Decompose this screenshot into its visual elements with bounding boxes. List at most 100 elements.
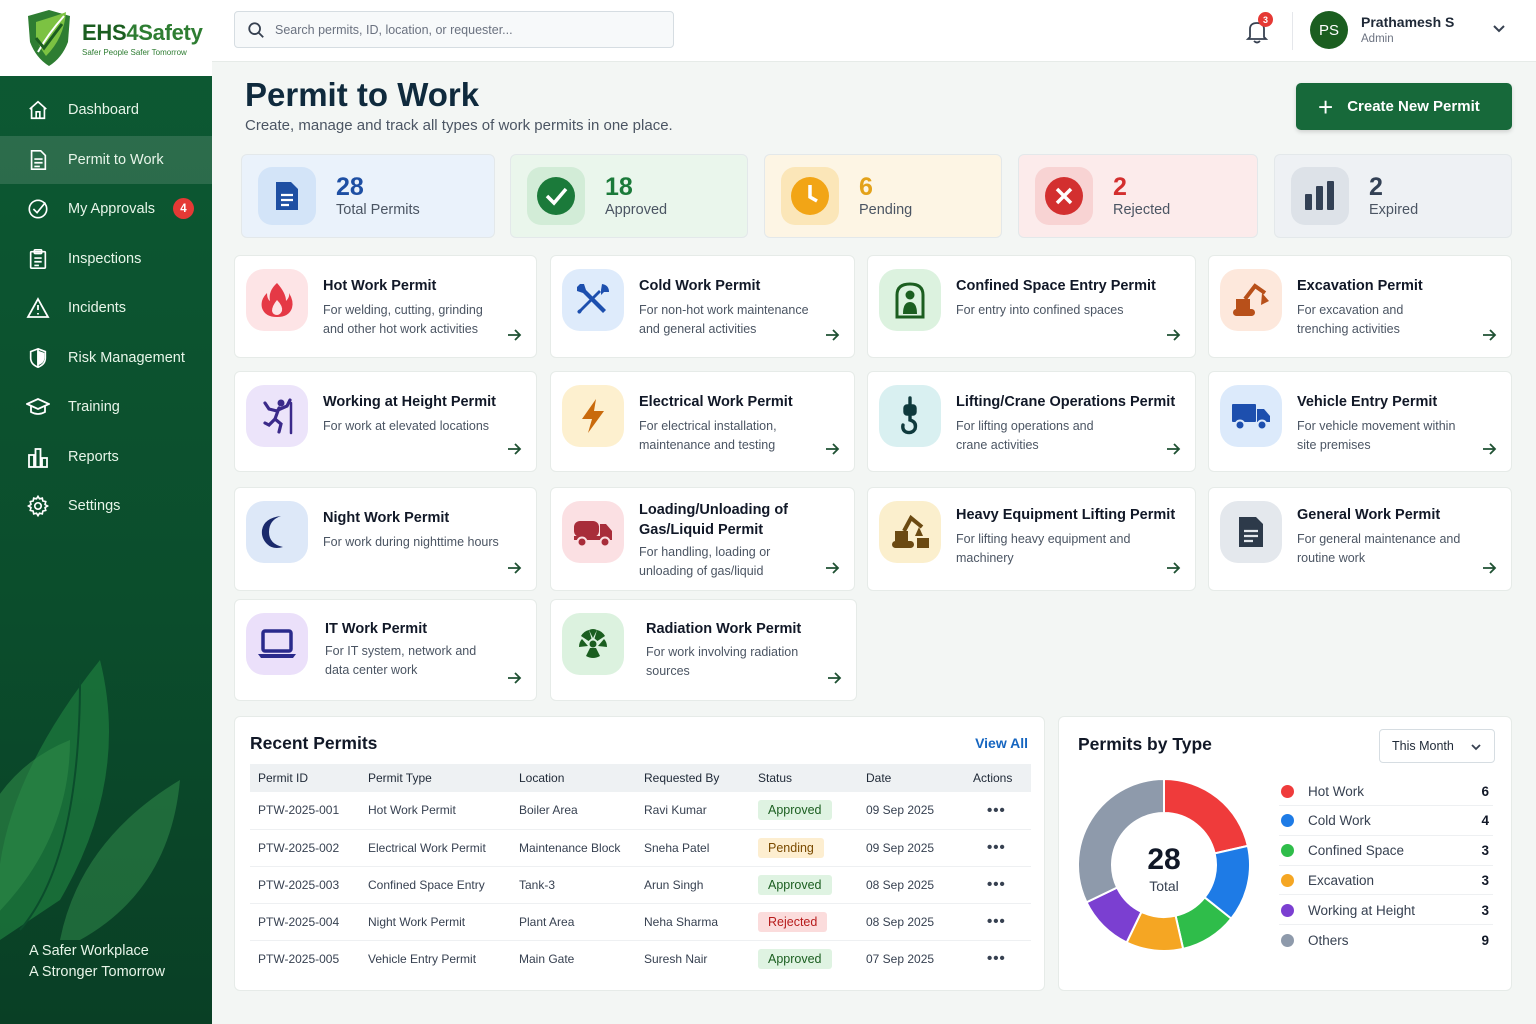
sidebar-item-inspections[interactable]: Inspections (0, 235, 212, 283)
truck-icon (1220, 385, 1282, 447)
stat-card-total[interactable]: 28 Total Permits (241, 154, 495, 238)
stat-card-expired[interactable]: 2 Expired (1274, 154, 1512, 238)
sidebar-item-label: Inspections (68, 250, 142, 267)
column-header[interactable]: Permit ID (250, 764, 360, 792)
sidebar-item-training[interactable]: Training (0, 383, 212, 431)
user-name[interactable]: Prathamesh S (1361, 14, 1454, 30)
permit-card-title: General Work Permit (1297, 507, 1441, 523)
search-icon (248, 21, 264, 38)
status-badge: Pending (758, 837, 824, 858)
permit-card-it-work[interactable]: IT Work Permit For IT system, network an… (234, 599, 537, 701)
view-all-link[interactable]: View All (975, 735, 1028, 751)
search-input[interactable]: Search permits, ID, location, or request… (234, 11, 674, 48)
permit-card-working-at-height[interactable]: Working at Height Permit For work at ele… (234, 371, 537, 472)
permit-card-general-work[interactable]: General Work Permit For general maintena… (1208, 487, 1512, 591)
column-header[interactable]: Permit Type (360, 764, 511, 792)
permit-card-confined-space[interactable]: Confined Space Entry Permit For entry in… (867, 255, 1196, 358)
permit-type: Confined Space Entry (360, 866, 511, 904)
legend-item[interactable]: Cold Work 4 (1279, 807, 1493, 836)
permit-card-night-work[interactable]: Night Work Permit For work during nightt… (234, 487, 537, 591)
permit-card-electrical[interactable]: Electrical Work Permit For electrical in… (550, 371, 855, 472)
permit-card-cold-work[interactable]: Cold Work Permit For non-hot work mainte… (550, 255, 855, 358)
permit-card-title: Electrical Work Permit (639, 394, 793, 410)
permit-card-vehicle-entry[interactable]: Vehicle Entry Permit For vehicle movemen… (1208, 371, 1512, 472)
more-actions-icon[interactable]: ••• (987, 913, 1006, 930)
legend-item[interactable]: Working at Height 3 (1279, 896, 1493, 926)
permit-card-radiation[interactable]: Radiation Work Permit For work involving… (550, 599, 857, 701)
permit-card-desc: For welding, cutting, grinding and other… (323, 303, 483, 336)
arrow-right-icon[interactable] (824, 560, 840, 576)
period-select[interactable]: This Month (1379, 729, 1495, 763)
more-actions-icon[interactable]: ••• (987, 876, 1006, 893)
arrow-right-icon[interactable] (1481, 560, 1497, 576)
permit-id[interactable]: PTW-2025-002 (250, 829, 360, 867)
create-new-permit-button[interactable]: + Create New Permit (1296, 83, 1512, 130)
arrow-right-icon[interactable] (824, 327, 840, 343)
stat-label: Rejected (1113, 202, 1171, 218)
arrow-right-icon[interactable] (1165, 560, 1181, 576)
avatar[interactable]: PS (1310, 11, 1348, 49)
legend-item[interactable]: Excavation 3 (1279, 866, 1493, 896)
stat-label: Expired (1369, 202, 1419, 218)
permit-card-heavy-equipment[interactable]: Heavy Equipment Lifting Permit For lifti… (867, 487, 1196, 591)
arrow-right-icon[interactable] (1481, 327, 1497, 343)
table-row[interactable]: PTW-2025-002 Electrical Work Permit Main… (250, 829, 1031, 867)
requested-by: Ravi Kumar (636, 792, 750, 830)
arrow-right-icon[interactable] (826, 670, 842, 686)
table-row[interactable]: PTW-2025-003 Confined Space Entry Tank-3… (250, 866, 1031, 904)
column-header[interactable]: Requested By (636, 764, 750, 792)
legend-item[interactable]: Hot Work 6 (1279, 777, 1493, 806)
brand-name-a: EHS (82, 19, 127, 45)
legend-item[interactable]: Confined Space 3 (1279, 837, 1493, 866)
permit-type: Vehicle Entry Permit (368, 951, 477, 966)
location: Tank-3 (511, 866, 636, 904)
sidebar-item-my-approvals[interactable]: My Approvals 4 (0, 185, 212, 233)
table-row[interactable]: PTW-2025-001 Hot Work Permit Boiler Area… (250, 792, 1031, 830)
chevron-down-icon[interactable] (1492, 22, 1506, 36)
column-header[interactable]: Location (511, 764, 636, 792)
permit-card-loading-unloading[interactable]: Loading/Unloading of Gas/Liquid Permit F… (550, 487, 855, 591)
more-actions-icon[interactable]: ••• (987, 839, 1006, 856)
sidebar-item-permit-to-work[interactable]: Permit to Work (0, 135, 212, 184)
column-header[interactable]: Status (750, 764, 858, 792)
check-circle-icon (527, 167, 585, 225)
stat-card-pending[interactable]: 6 Pending (764, 154, 1002, 238)
arrow-right-icon[interactable] (506, 327, 522, 343)
arrow-right-icon[interactable] (506, 560, 522, 576)
permit-card-hot-work[interactable]: Hot Work Permit For welding, cutting, gr… (234, 255, 537, 358)
more-actions-icon[interactable]: ••• (987, 802, 1006, 819)
sidebar-item-reports[interactable]: Reports (0, 433, 212, 481)
permit-id[interactable]: PTW-2025-003 (250, 866, 360, 904)
arrow-right-icon[interactable] (506, 670, 522, 686)
permit-card-excavation[interactable]: Excavation Permit For excavation and tre… (1208, 255, 1512, 358)
table-row[interactable]: PTW-2025-004 Night Work Permit Plant Are… (250, 903, 1031, 941)
status-cell: Approved (750, 940, 858, 977)
arrow-right-icon[interactable] (1165, 327, 1181, 343)
sidebar-item-settings[interactable]: Settings (0, 482, 212, 530)
brand-logo[interactable]: EHS4Safety Safer People Safer Tomorrow (0, 0, 212, 76)
gear-icon (26, 494, 50, 518)
permit-card-desc: For lifting heavy equipment and machiner… (956, 532, 1131, 565)
sidebar-item-incidents[interactable]: Incidents (0, 284, 212, 332)
column-header[interactable]: Date (858, 764, 965, 792)
permit-card-lifting-crane[interactable]: Lifting/Crane Operations Permit For lift… (867, 371, 1196, 472)
arrow-right-icon[interactable] (1165, 441, 1181, 457)
arrow-right-icon[interactable] (1481, 441, 1497, 457)
sidebar-item-risk-management[interactable]: Risk Management (0, 334, 212, 382)
arrow-right-icon[interactable] (506, 441, 522, 457)
stat-card-rejected[interactable]: 2 Rejected (1018, 154, 1258, 238)
permit-card-title: Excavation Permit (1297, 278, 1423, 294)
permit-id[interactable]: PTW-2025-004 (250, 903, 360, 941)
more-actions-icon[interactable]: ••• (987, 950, 1006, 967)
legend-item[interactable]: Others 9 (1279, 926, 1493, 955)
permit-id[interactable]: PTW-2025-001 (250, 792, 360, 830)
permit-id[interactable]: PTW-2025-005 (250, 940, 360, 977)
topbar-divider (1292, 12, 1293, 50)
sidebar-item-dashboard[interactable]: Dashboard (0, 86, 212, 134)
create-button-label: Create New Permit (1347, 98, 1480, 115)
arrow-right-icon[interactable] (824, 441, 840, 457)
table-row[interactable]: PTW-2025-005 Vehicle Entry Permit Main G… (250, 940, 1031, 977)
bar-chart-icon (26, 445, 50, 469)
sidebar-item-label: My Approvals (68, 201, 156, 217)
stat-card-approved[interactable]: 18 Approved (510, 154, 748, 238)
